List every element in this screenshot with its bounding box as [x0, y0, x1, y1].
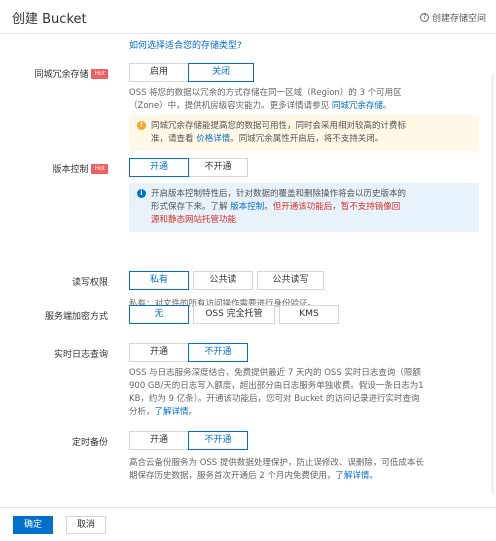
dialog-footer: 确定 取消: [0, 507, 496, 541]
dialog-title: 创建 Bucket: [12, 12, 87, 27]
encryption-label: 服务端加密方式: [44, 312, 108, 322]
warning-icon: !: [137, 121, 146, 130]
dialog-header: 创建 Bucket ? 创建存储空间: [0, 0, 496, 34]
question-circle-icon: ?: [419, 13, 429, 22]
realtime-log-toggle[interactable]: 开通 不开通: [129, 343, 248, 362]
form-content[interactable]: 如何选择适合您的存储类型? 同城冗余存储 Hot 启用 关闭 OSS 将您的数据…: [0, 34, 496, 507]
info-icon: i: [137, 189, 146, 198]
help-label: 创建存储空间: [431, 14, 486, 24]
zone-redundancy-doc-link[interactable]: 同城冗余存储: [332, 101, 383, 111]
versioning-enable[interactable]: 开通: [129, 158, 189, 177]
encryption-none[interactable]: 无: [129, 305, 189, 324]
acl-public-read[interactable]: 公共读: [193, 271, 253, 290]
zone-redundancy-desc: OSS 将您的数据以冗余的方式存储在同一区域（Region）的 3 个可用区 （…: [129, 88, 402, 111]
versioning-disable[interactable]: 不开通: [188, 158, 248, 177]
backup-doc-link[interactable]: 了解详情: [335, 471, 369, 481]
cancel-button[interactable]: 取消: [66, 516, 106, 534]
zone-redundancy-label: 同城冗余存储 Hot: [34, 67, 108, 80]
zone-redundancy-toggle[interactable]: 启用 关闭: [129, 63, 254, 82]
backup-desc: 高合云备份服务为 OSS 提供数据处理保护，防止误修改、误删除，可低成本长 期保…: [129, 458, 424, 481]
scrollbar[interactable]: [491, 74, 494, 494]
realtime-log-desc: OSS 与日志服务深度结合，免费提供最近 7 天内的 OSS 实时日志查询（限额…: [129, 368, 424, 417]
zone-redundancy-enable[interactable]: 启用: [129, 63, 189, 82]
versioning-info: i 开启版本控制特性后，针对数据的覆盖和删除操作将会以历史版本的 形式保存下来。…: [129, 183, 479, 232]
zone-redundancy-disable[interactable]: 关闭: [188, 63, 254, 82]
acl-private[interactable]: 私有: [129, 271, 189, 290]
realtime-log-label: 实时日志查询: [53, 350, 108, 360]
encryption-selector-options[interactable]: 无 OSS 完全托管 KMS: [129, 305, 339, 324]
versioning-doc-link[interactable]: 版本控制: [230, 202, 264, 212]
encryption-kms[interactable]: KMS: [279, 305, 339, 324]
backup-label: 定时备份: [71, 438, 108, 448]
acl-public-read-write[interactable]: 公共读写: [257, 271, 324, 290]
backup-enable[interactable]: 开通: [129, 431, 189, 450]
versioning-label: 版本控制 Hot: [52, 162, 108, 175]
realtime-log-enable[interactable]: 开通: [129, 343, 189, 362]
versioning-toggle[interactable]: 开通 不开通: [129, 158, 248, 177]
backup-toggle[interactable]: 开通 不开通: [129, 431, 248, 450]
acl-label: 读写权限: [71, 278, 108, 288]
backup-disable[interactable]: 不开通: [188, 431, 248, 450]
hot-badge: Hot: [91, 68, 108, 79]
realtime-log-disable[interactable]: 不开通: [188, 343, 248, 362]
realtime-log-doc-link[interactable]: 了解详情: [155, 407, 189, 417]
acl-selector[interactable]: 私有 公共读 公共读写: [129, 271, 324, 290]
help-link[interactable]: ? 创建存储空间: [419, 11, 486, 24]
encryption-oss-managed[interactable]: OSS 完全托管: [193, 305, 275, 324]
zone-redundancy-warning: ! 同城冗余存储能提高您的数据可用性，同时会采用相对较高的计费标 准，请查看 价…: [129, 115, 479, 151]
price-details-link[interactable]: 价格详情: [196, 134, 230, 144]
confirm-button[interactable]: 确定: [13, 516, 53, 534]
hot-badge: Hot: [91, 163, 108, 174]
storage-type-link[interactable]: 如何选择适合您的存储类型?: [129, 38, 242, 51]
